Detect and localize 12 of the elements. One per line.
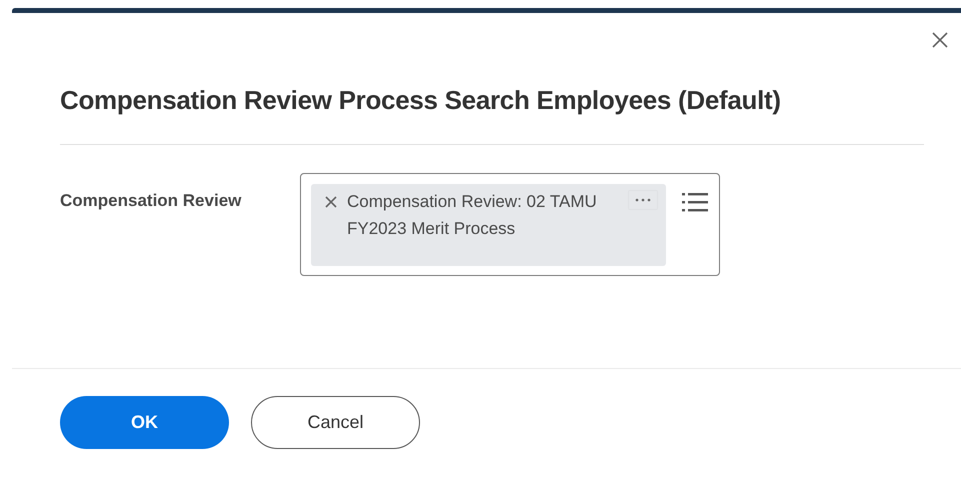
dialog-title: Compensation Review Process Search Employees (Default): [60, 85, 782, 116]
chip-text: Compensation Review: 02 TAMU FY2023 Merit Process: [347, 191, 598, 240]
close-button[interactable]: [931, 31, 949, 49]
cancel-button[interactable]: Cancel: [251, 396, 420, 449]
list-icon[interactable]: [682, 192, 708, 212]
ellipsis-icon: [635, 198, 651, 202]
field-label: Compensation Review: [60, 190, 242, 211]
remove-button[interactable]: [325, 196, 337, 208]
close-icon: [325, 196, 337, 208]
close-icon: [931, 31, 949, 49]
prompt-field[interactable]: Compensation Review: 02 TAMU FY2023 Merit Process: [300, 173, 720, 276]
ok-button[interactable]: OK: [60, 396, 229, 449]
